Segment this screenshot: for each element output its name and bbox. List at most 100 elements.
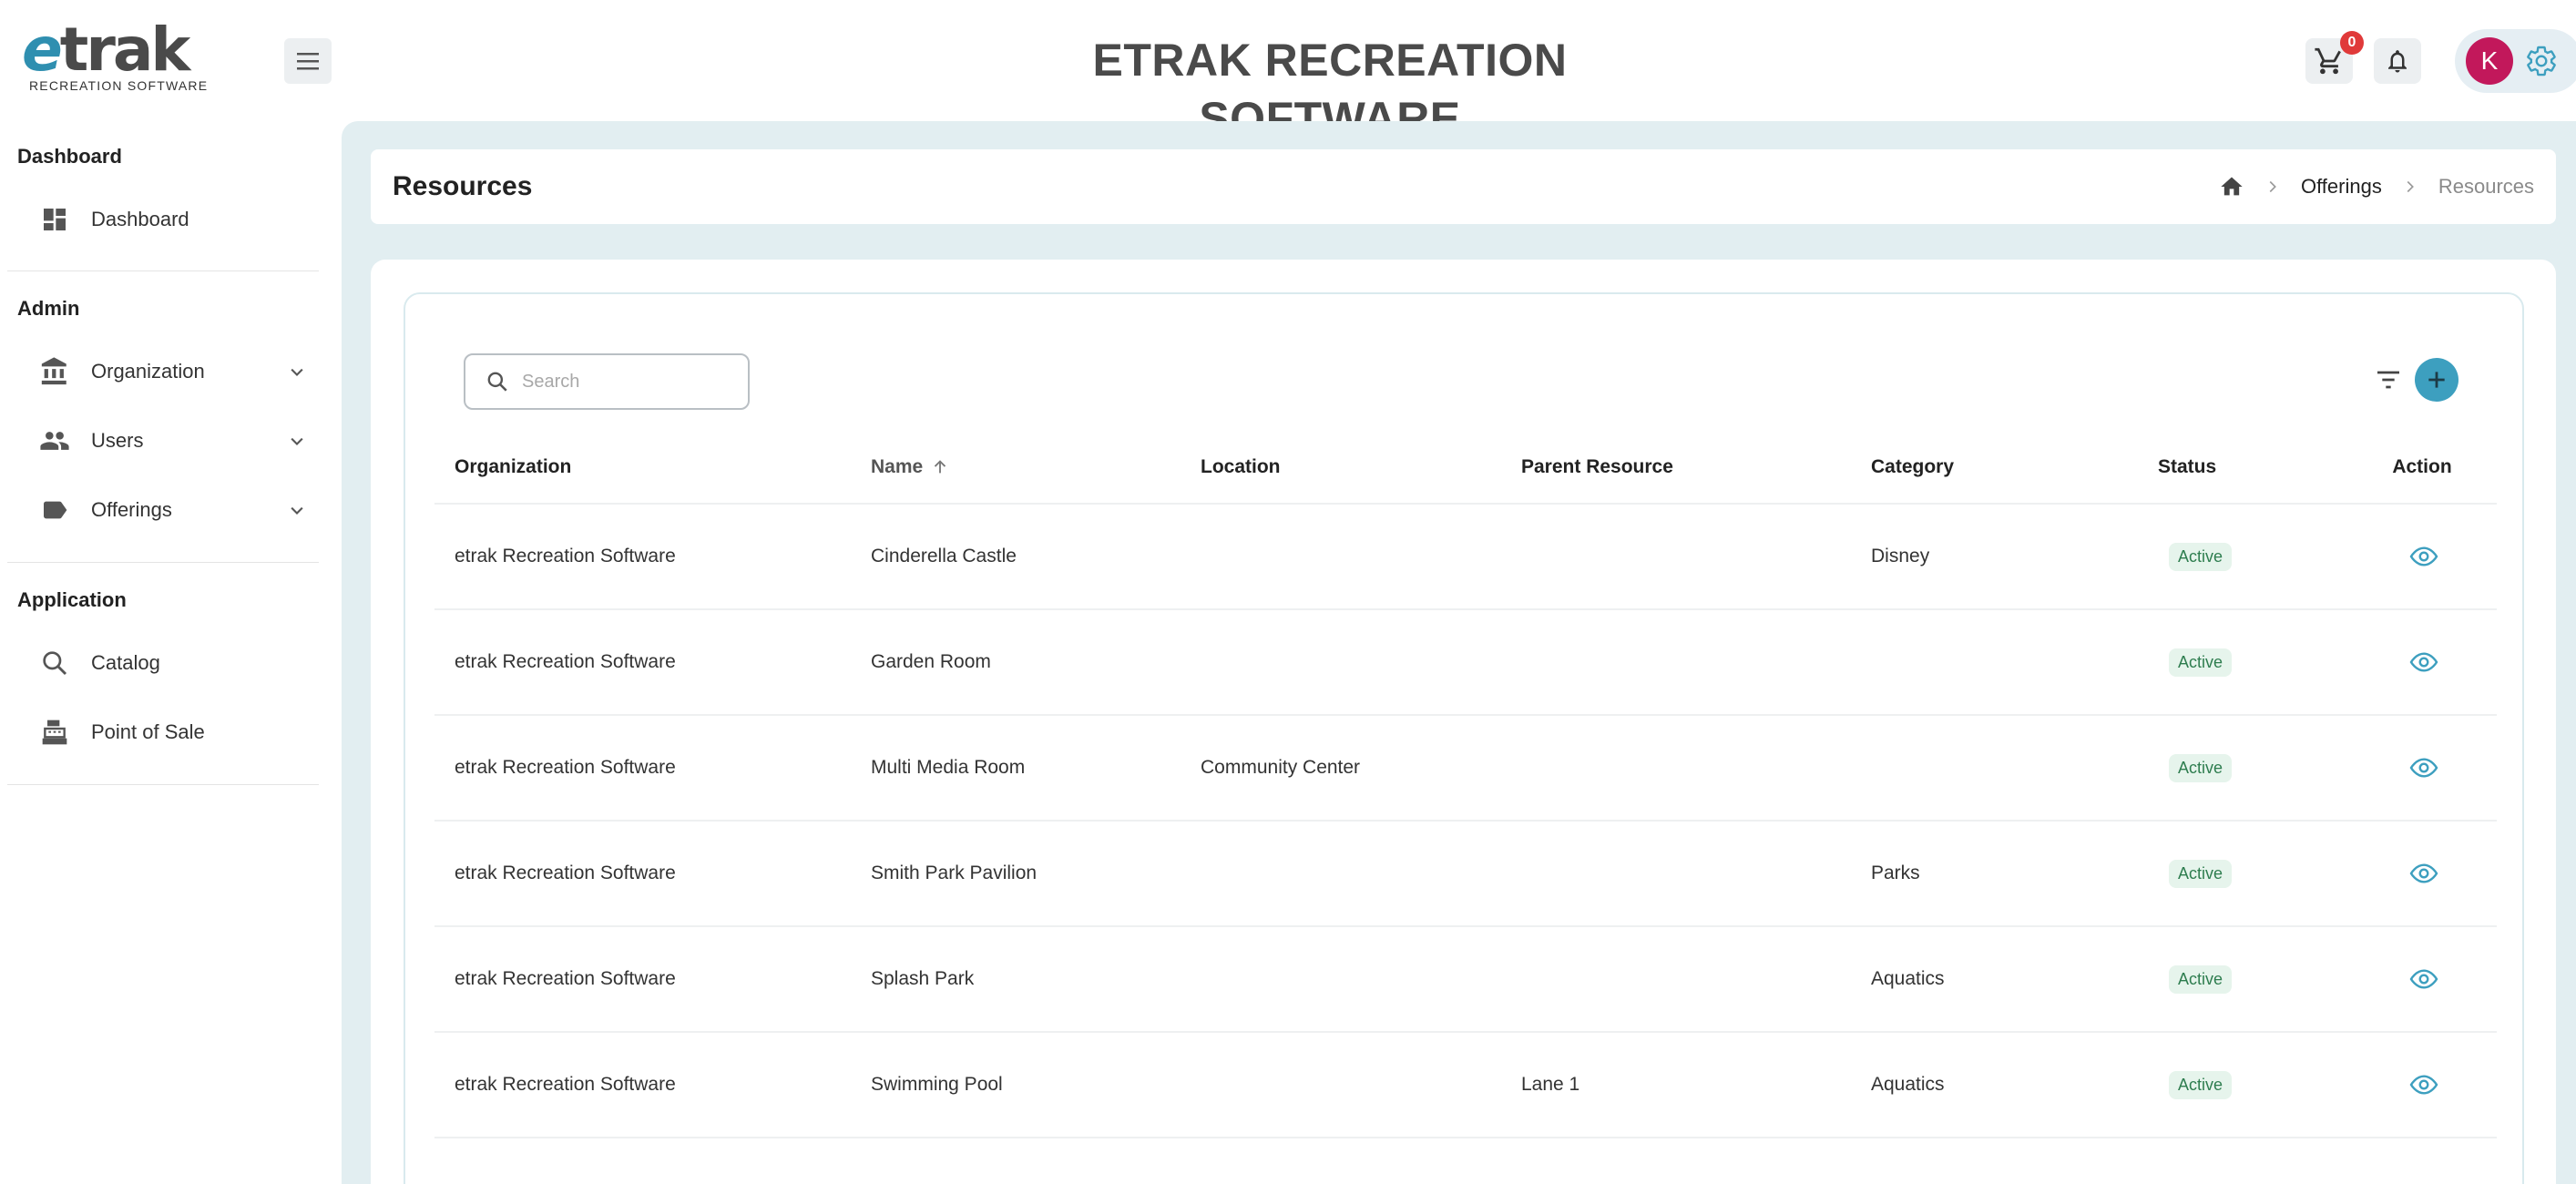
sidebar: Dashboard Dashboard Admin Organization U… <box>0 121 342 1184</box>
bell-icon <box>2388 50 2407 73</box>
sidebar-divider <box>7 784 319 785</box>
search-icon <box>487 372 507 392</box>
breadcrumb-offerings-link[interactable]: Offerings <box>2301 175 2382 199</box>
cell-status: Active <box>2138 715 2347 822</box>
cell-action <box>2347 1032 2497 1138</box>
page-title: Resources <box>393 171 533 201</box>
cell-location <box>1181 926 1501 1033</box>
etrak-logo[interactable]: etrak RECREATION SOFTWARE <box>22 15 207 95</box>
cell-organization: etrak Recreation Software <box>434 504 851 610</box>
table-row[interactable]: etrak Recreation Software Swimming Pool … <box>434 1032 2497 1138</box>
cell-location <box>1181 821 1501 927</box>
logo-subtext: RECREATION SOFTWARE <box>29 78 209 93</box>
page-header-card: Resources Offerings Resources <box>371 149 2556 224</box>
add-resource-button[interactable] <box>2415 358 2458 402</box>
sidebar-divider <box>7 562 319 563</box>
cell-parent-resource <box>1501 609 1851 716</box>
sidebar-item-catalog[interactable]: Catalog <box>36 638 310 689</box>
cell-action <box>2347 715 2497 822</box>
column-header-parent-resource[interactable]: Parent Resource <box>1501 431 1851 505</box>
table-header-row: Organization Name Location Parent Resour… <box>434 431 2497 505</box>
cart-button[interactable]: 0 <box>2305 31 2364 84</box>
resources-table: Organization Name Location Parent Resour… <box>434 431 2497 1138</box>
cell-status: Active <box>2138 609 2347 716</box>
status-badge: Active <box>2169 753 2233 782</box>
user-menu[interactable]: K <box>2455 29 2576 93</box>
cell-location: Community Center <box>1181 715 1501 822</box>
cell-status: Active <box>2138 821 2347 927</box>
filter-button[interactable] <box>2371 362 2406 397</box>
chevron-down-icon[interactable] <box>284 359 310 384</box>
column-header-location[interactable]: Location <box>1181 431 1501 505</box>
cell-parent-resource <box>1501 715 1851 822</box>
cell-name: Splash Park <box>851 926 1181 1033</box>
search-icon <box>36 645 73 681</box>
chevron-down-icon[interactable] <box>284 428 310 454</box>
users-icon <box>36 423 73 459</box>
cell-action <box>2347 821 2497 927</box>
search-field[interactable] <box>464 353 750 410</box>
column-header-organization[interactable]: Organization <box>434 431 851 505</box>
sidebar-divider <box>7 270 319 271</box>
logo-wordmark: etrak <box>22 15 190 85</box>
table-row[interactable]: etrak Recreation Software Cinderella Cas… <box>434 504 2497 610</box>
view-eye-icon[interactable] <box>2409 753 2438 782</box>
column-header-name[interactable]: Name <box>851 431 1181 505</box>
column-header-action: Action <box>2347 431 2497 505</box>
cell-status: Active <box>2138 504 2347 610</box>
view-eye-icon[interactable] <box>2409 965 2438 994</box>
cart-count-badge: 0 <box>2340 31 2364 55</box>
menu-toggle-button[interactable] <box>284 38 332 84</box>
cell-organization: etrak Recreation Software <box>434 1032 851 1138</box>
search-input[interactable] <box>522 371 722 393</box>
chevron-right-icon <box>2269 180 2276 193</box>
cart-icon <box>2315 47 2341 75</box>
sidebar-item-point-of-sale[interactable]: Point of Sale <box>36 707 310 758</box>
view-eye-icon[interactable] <box>2409 1070 2438 1099</box>
home-icon[interactable] <box>2219 174 2244 199</box>
cell-action <box>2347 926 2497 1033</box>
cell-category <box>1851 715 2138 822</box>
cell-action <box>2347 609 2497 716</box>
cell-status: Active <box>2138 926 2347 1033</box>
sidebar-item-users[interactable]: Users <box>36 415 310 466</box>
table-row[interactable]: etrak Recreation Software Multi Media Ro… <box>434 715 2497 822</box>
column-header-status[interactable]: Status <box>2138 431 2347 505</box>
cell-parent-resource <box>1501 926 1851 1033</box>
view-eye-icon[interactable] <box>2409 648 2438 677</box>
view-eye-icon[interactable] <box>2409 542 2438 571</box>
main-content: Resources Offerings Resources Search Org… <box>342 121 2576 1184</box>
sort-ascending-icon[interactable] <box>930 457 950 477</box>
status-badge: Active <box>2169 859 2233 888</box>
cell-location <box>1181 1032 1501 1138</box>
sidebar-item-label: Dashboard <box>91 208 189 230</box>
content-card: Organization Name Location Parent Resour… <box>371 260 2556 1184</box>
sidebar-item-dashboard[interactable]: Dashboard <box>36 194 310 245</box>
table-row[interactable]: etrak Recreation Software Splash Park Aq… <box>434 926 2497 1033</box>
cell-parent-resource <box>1501 504 1851 610</box>
sidebar-heading-admin: Admin <box>17 297 80 320</box>
column-header-category[interactable]: Category <box>1851 431 2138 505</box>
gear-icon[interactable] <box>2525 45 2558 77</box>
top-bar: etrak RECREATION SOFTWARE ETRAK RECREATI… <box>0 0 2576 144</box>
tag-icon <box>36 492 73 528</box>
app-title: ETRAK RECREATION SOFTWARE <box>1092 35 1568 144</box>
chevron-down-icon[interactable] <box>284 497 310 523</box>
cell-action <box>2347 504 2497 610</box>
plus-icon <box>2428 372 2445 388</box>
cell-parent-resource <box>1501 821 1851 927</box>
cell-category: Aquatics <box>1851 926 2138 1033</box>
table-row[interactable]: etrak Recreation Software Smith Park Pav… <box>434 821 2497 927</box>
sidebar-item-offerings[interactable]: Offerings <box>36 485 310 536</box>
sidebar-heading-application: Application <box>17 588 127 611</box>
notifications-button[interactable] <box>2374 38 2421 84</box>
cell-name: Cinderella Castle <box>851 504 1181 610</box>
sidebar-item-organization[interactable]: Organization <box>36 346 310 397</box>
cell-category: Aquatics <box>1851 1032 2138 1138</box>
avatar[interactable]: K <box>2466 37 2513 85</box>
table-row[interactable]: etrak Recreation Software Garden Room Ac… <box>434 609 2497 716</box>
sidebar-heading-dashboard: Dashboard <box>17 145 122 168</box>
view-eye-icon[interactable] <box>2409 859 2438 888</box>
cash-register-icon <box>36 714 73 750</box>
sidebar-item-label: Users <box>91 429 144 452</box>
